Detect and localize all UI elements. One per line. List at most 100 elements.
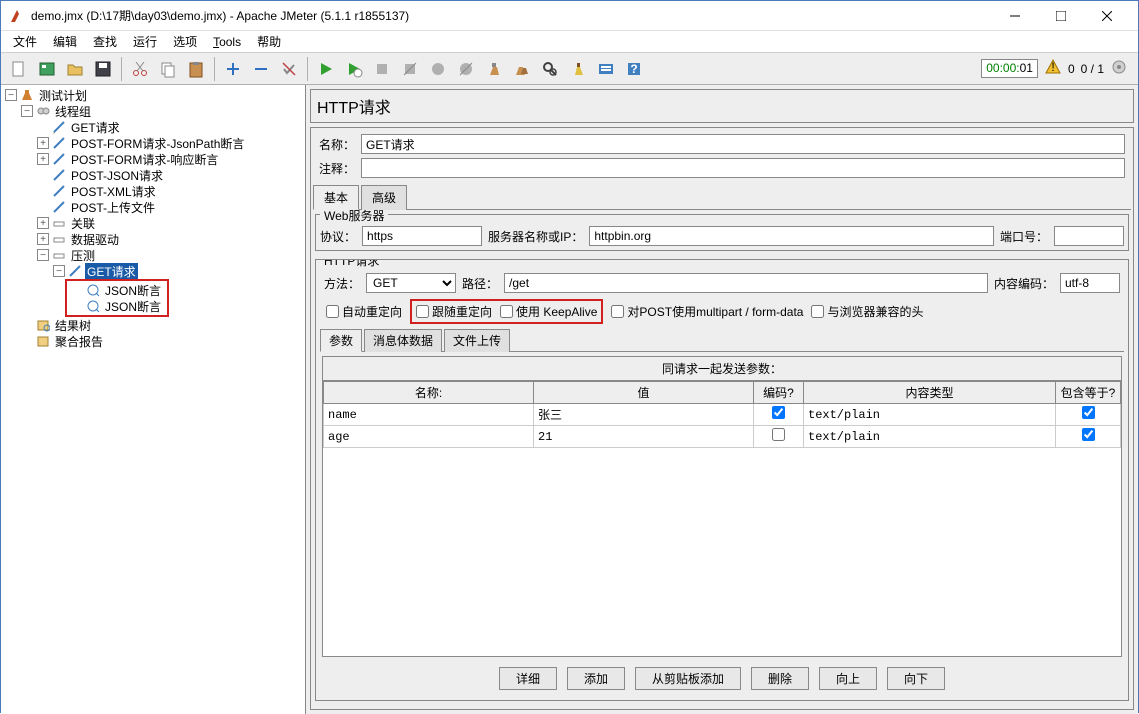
subtab-files[interactable]: 文件上传	[444, 329, 510, 352]
collapse-icon[interactable]	[248, 56, 274, 82]
tree-test-plan[interactable]: −测试计划	[3, 87, 305, 103]
col-equals[interactable]: 包含等于?	[1056, 382, 1121, 404]
menu-options[interactable]: 选项	[165, 31, 205, 52]
protocol-field[interactable]	[362, 226, 482, 246]
expand-icon[interactable]	[220, 56, 246, 82]
warning-icon: !	[1044, 58, 1062, 79]
equals-checkbox[interactable]	[1082, 406, 1095, 419]
tree-get-request[interactable]: GET请求	[35, 119, 305, 135]
protocol-label: 协议：	[320, 228, 356, 245]
remote-start-icon[interactable]	[425, 56, 451, 82]
menu-help[interactable]: 帮助	[249, 31, 289, 52]
col-encode[interactable]: 编码?	[754, 382, 804, 404]
table-row[interactable]: name 张三 text/plain	[324, 404, 1121, 426]
encoding-label: 内容编码：	[994, 275, 1054, 292]
maximize-button[interactable]	[1038, 1, 1084, 31]
port-label: 端口号：	[1000, 228, 1048, 245]
svg-text:!: !	[1051, 60, 1054, 74]
delete-button[interactable]: 删除	[751, 667, 809, 690]
col-name[interactable]: 名称:	[324, 382, 534, 404]
tree-pressure-get-request[interactable]: −GET请求	[51, 263, 305, 279]
equals-checkbox[interactable]	[1082, 428, 1095, 441]
stop-icon[interactable]	[369, 56, 395, 82]
encode-checkbox[interactable]	[772, 428, 785, 441]
follow-redirect-checkbox[interactable]: 跟随重定向	[416, 303, 492, 320]
search-icon[interactable]	[537, 56, 563, 82]
minimize-button[interactable]	[992, 1, 1038, 31]
tree-aggregate-report[interactable]: 聚合报告	[19, 333, 305, 349]
name-field[interactable]	[361, 134, 1125, 154]
multipart-checkbox[interactable]: 对POST使用multipart / form-data	[611, 303, 803, 320]
tree-data-driven[interactable]: +数据驱动	[35, 231, 305, 247]
new-icon[interactable]	[6, 56, 32, 82]
tree-json-assertion-1[interactable]: JSON断言	[69, 282, 165, 298]
toolbar: ? 00:00:01 ! 0 0 / 1	[1, 53, 1138, 85]
add-button[interactable]: 添加	[567, 667, 625, 690]
method-label: 方法：	[324, 275, 360, 292]
warning-count: 0	[1068, 62, 1075, 76]
detail-button[interactable]: 详细	[499, 667, 557, 690]
shutdown-icon[interactable]	[397, 56, 423, 82]
tab-advanced[interactable]: 高级	[361, 185, 407, 210]
server-field[interactable]	[589, 226, 994, 246]
path-label: 路径：	[462, 275, 498, 292]
path-field[interactable]	[504, 273, 988, 293]
comment-field[interactable]	[361, 158, 1125, 178]
tree-json-assertion-2[interactable]: JSON断言	[69, 298, 165, 314]
highlight-json-assertions: JSON断言 JSON断言	[65, 279, 169, 317]
encode-checkbox[interactable]	[772, 406, 785, 419]
start-icon[interactable]	[313, 56, 339, 82]
tree-post-form-jsonpath[interactable]: +POST-FORM请求-JsonPath断言	[35, 135, 305, 151]
help-icon[interactable]: ?	[621, 56, 647, 82]
open-icon[interactable]	[62, 56, 88, 82]
tree-relation[interactable]: +关联	[35, 215, 305, 231]
tree-thread-group[interactable]: −线程组	[19, 103, 305, 119]
params-table[interactable]: 名称: 值 编码? 内容类型 包含等于? name 张三	[323, 381, 1121, 448]
remote-stop-icon[interactable]	[453, 56, 479, 82]
name-label: 名称：	[319, 136, 355, 153]
clear-icon[interactable]	[481, 56, 507, 82]
templates-icon[interactable]	[34, 56, 60, 82]
copy-icon[interactable]	[155, 56, 181, 82]
tree-post-form-response[interactable]: +POST-FORM请求-响应断言	[35, 151, 305, 167]
function-helper-icon[interactable]	[593, 56, 619, 82]
up-button[interactable]: 向上	[819, 667, 877, 690]
subtab-body[interactable]: 消息体数据	[364, 329, 442, 352]
close-button[interactable]	[1084, 1, 1130, 31]
tree-pressure-test[interactable]: −压测	[35, 247, 305, 263]
tree-results-tree[interactable]: 结果树	[19, 317, 305, 333]
tree-post-upload[interactable]: POST-上传文件	[35, 199, 305, 215]
menu-tools[interactable]: Tools	[205, 33, 249, 51]
cut-icon[interactable]	[127, 56, 153, 82]
comment-label: 注释：	[319, 160, 355, 177]
save-icon[interactable]	[90, 56, 116, 82]
down-button[interactable]: 向下	[887, 667, 945, 690]
menu-file[interactable]: 文件	[5, 31, 45, 52]
method-select[interactable]: GET	[366, 273, 456, 293]
tab-basic[interactable]: 基本	[313, 185, 359, 210]
svg-text:?: ?	[630, 62, 637, 76]
toggle-icon[interactable]	[276, 56, 302, 82]
col-type[interactable]: 内容类型	[804, 382, 1056, 404]
menu-search[interactable]: 查找	[85, 31, 125, 52]
tree-post-json[interactable]: POST-JSON请求	[35, 167, 305, 183]
subtab-params[interactable]: 参数	[320, 329, 362, 352]
tree-post-xml[interactable]: POST-XML请求	[35, 183, 305, 199]
menu-run[interactable]: 运行	[125, 31, 165, 52]
encoding-field[interactable]	[1060, 273, 1120, 293]
auto-redirect-checkbox[interactable]: 自动重定向	[326, 303, 402, 320]
start-no-timers-icon[interactable]	[341, 56, 367, 82]
settings-gear-icon[interactable]	[1110, 58, 1128, 79]
add-from-clipboard-button[interactable]: 从剪贴板添加	[635, 667, 741, 690]
panel-title: HTTP请求	[310, 89, 1134, 123]
httpreq-legend: HTTP请求	[320, 259, 1124, 269]
port-field[interactable]	[1054, 226, 1124, 246]
reset-search-icon[interactable]	[565, 56, 591, 82]
browser-compat-checkbox[interactable]: 与浏览器兼容的头	[811, 303, 923, 320]
col-value[interactable]: 值	[534, 382, 754, 404]
keepalive-checkbox[interactable]: 使用 KeepAlive	[500, 303, 597, 320]
clear-all-icon[interactable]	[509, 56, 535, 82]
menu-edit[interactable]: 编辑	[45, 31, 85, 52]
table-row[interactable]: age 21 text/plain	[324, 426, 1121, 448]
paste-icon[interactable]	[183, 56, 209, 82]
